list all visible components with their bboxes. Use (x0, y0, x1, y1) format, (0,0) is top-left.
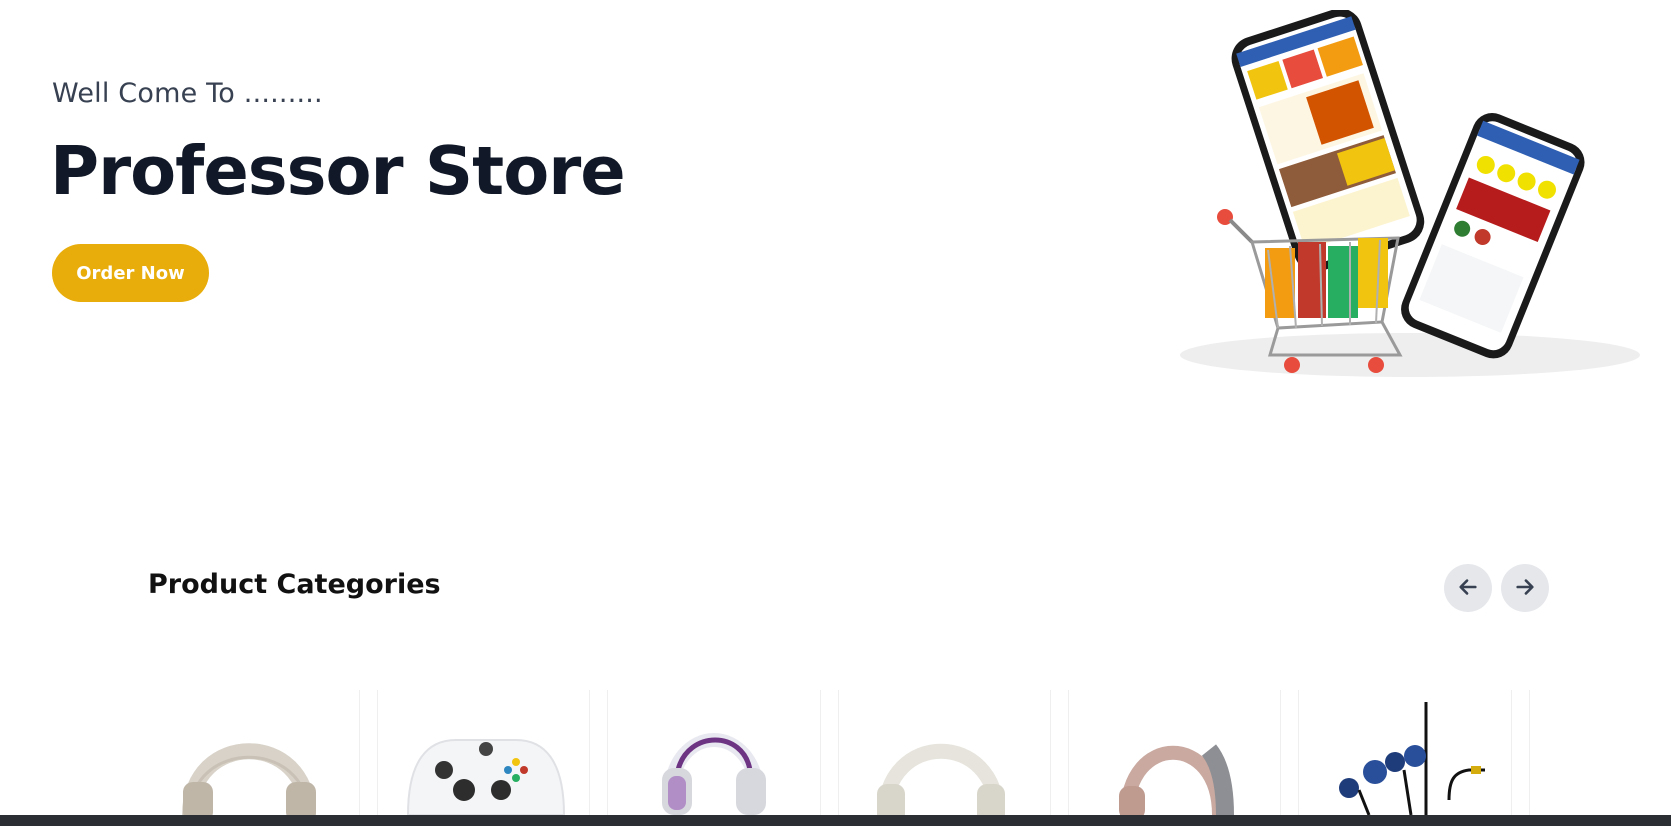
order-now-button[interactable]: Order Now (52, 244, 209, 302)
category-carousel (0, 690, 1671, 815)
category-card[interactable] (1299, 690, 1511, 815)
prev-button[interactable] (1444, 564, 1492, 612)
hero-title: Professor Store (50, 132, 626, 210)
next-button[interactable] (1501, 564, 1549, 612)
category-card[interactable] (148, 690, 360, 815)
category-card[interactable] (839, 690, 1051, 815)
arrow-left-icon (1457, 576, 1479, 601)
category-card[interactable] (608, 690, 820, 815)
hero-cart-phones-image (1160, 8, 1660, 400)
arrow-right-icon (1514, 576, 1536, 601)
section-title: Product Categories (148, 569, 441, 600)
hero-subtitle: Well Come To ......... (52, 78, 323, 109)
category-card[interactable] (1069, 690, 1281, 815)
bottom-bar (0, 815, 1671, 826)
category-card[interactable] (378, 690, 590, 815)
